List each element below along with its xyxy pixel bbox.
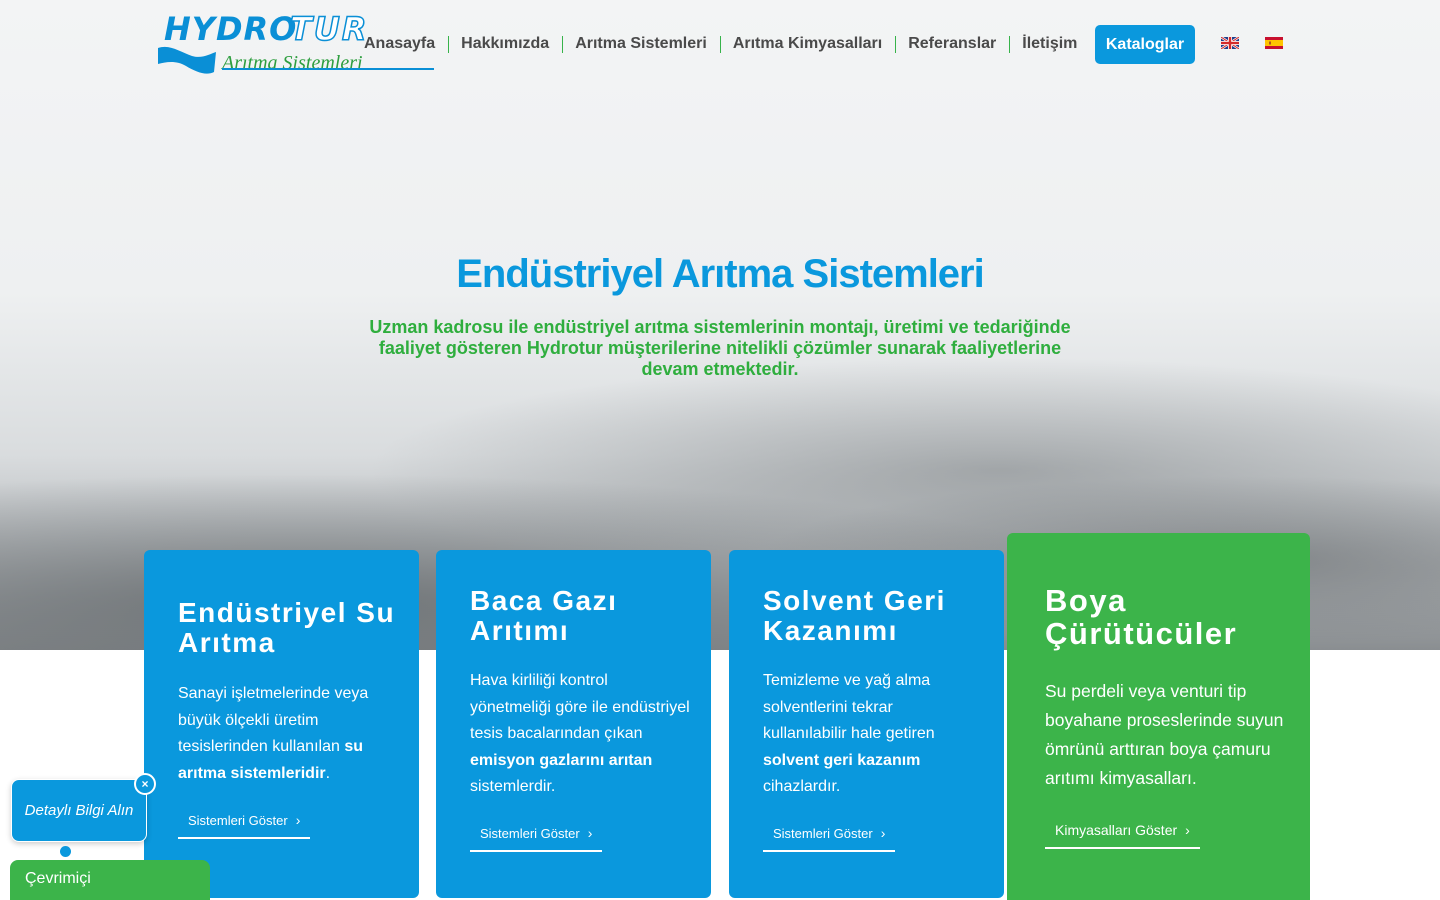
card-endustriyel-su-aritma[interactable]: Endüstriyel Su Arıtma Sanayi işletmeleri… [144, 550, 419, 898]
close-icon[interactable]: × [134, 773, 156, 795]
sistemleri-goster-link[interactable]: Sistemleri Göster › [470, 818, 603, 852]
info-bubble[interactable]: Detaylı Bilgi Alın [11, 779, 147, 842]
chevron-right-icon: › [1185, 822, 1190, 838]
chevron-right-icon: › [880, 825, 886, 841]
main-nav: Anasayfa Hakkımızda Arıtma Sistemleri Ar… [351, 25, 1090, 63]
en-flag-icon[interactable] [1221, 37, 1239, 49]
card-text: Sanayi işletmelerinde veya büyük ölçekli… [178, 685, 369, 782]
card-text: Su perdeli veya venturi tip boyahane pro… [1045, 681, 1284, 788]
sistemleri-goster-link[interactable]: Sistemleri Göster › [178, 805, 311, 839]
chevron-right-icon: › [295, 812, 301, 828]
card-boya-curutuculer[interactable]: Boya Çürütücüler Su perdeli veya venturi… [1007, 533, 1310, 900]
card-text: Hava kirliliği kontrol yönetmeliği göre … [470, 672, 690, 795]
nav-item-aritma-kimyasallari[interactable]: Arıtma Kimyasalları [719, 25, 895, 63]
card-baca-gazi-aritimi[interactable]: Baca Gazı Arıtımı Hava kirliliği kontrol… [436, 550, 711, 898]
card-title: Boya Çürütücüler [1045, 583, 1238, 651]
online-status-bar[interactable]: Çevrimiçi [10, 860, 210, 900]
es-flag-icon[interactable] [1265, 37, 1283, 49]
nav-item-iletisim[interactable]: İletişim [1009, 25, 1090, 63]
kataloglar-button[interactable]: Kataloglar [1095, 25, 1195, 64]
card-text: Temizleme ve yağ alma solventlerini tekr… [763, 672, 935, 795]
logo-text-main: HYDRO [164, 10, 298, 48]
card-title: Endüstriyel Su Arıtma [178, 597, 396, 658]
card-title: Baca Gazı Arıtımı [470, 585, 618, 646]
nav-item-aritma-sistemleri[interactable]: Arıtma Sistemleri [562, 25, 720, 63]
nav-item-referanslar[interactable]: Referanslar [895, 25, 1009, 63]
kimyasallari-goster-link[interactable]: Kimyasalları Göster › [1045, 815, 1200, 849]
card-solvent-geri-kazanimi[interactable]: Solvent Geri Kazanımı Temizleme ve yağ a… [729, 550, 1004, 898]
sistemleri-goster-link[interactable]: Sistemleri Göster › [763, 818, 896, 852]
hero-title: Endüstriyel Arıtma Sistemleri [456, 252, 984, 296]
hero-description: Uzman kadrosu ile endüstriyel arıtma sis… [369, 317, 1071, 379]
nav-item-hakkimizda[interactable]: Hakkımızda [448, 25, 562, 63]
nav-item-anasayfa[interactable]: Anasayfa [351, 25, 448, 63]
chevron-right-icon: › [587, 825, 593, 841]
logo-subtitle: Arıtma Sistemleri [222, 52, 363, 74]
bubble-tail-dot [60, 846, 71, 857]
logo-underline [222, 68, 434, 70]
card-title: Solvent Geri Kazanımı [763, 585, 946, 646]
